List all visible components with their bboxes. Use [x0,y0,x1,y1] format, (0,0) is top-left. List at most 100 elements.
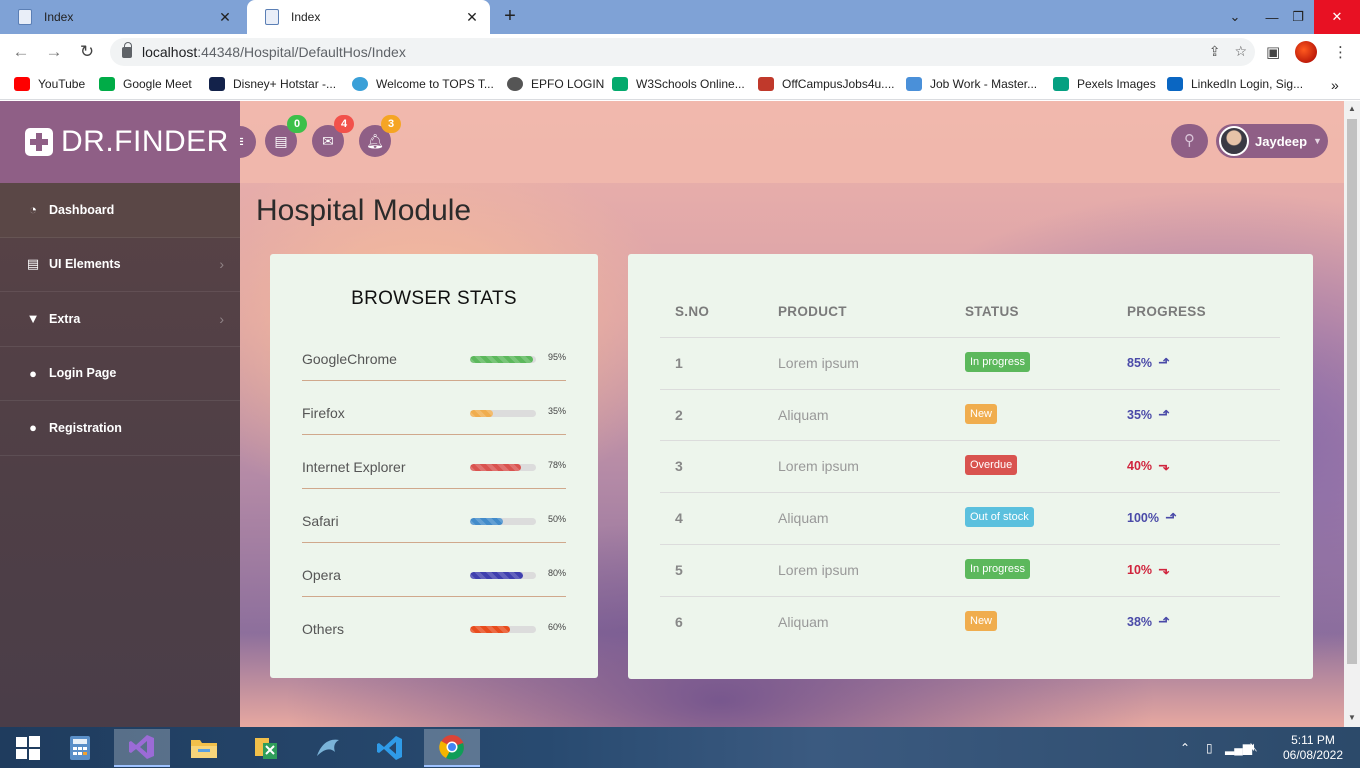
visual-studio-app[interactable] [114,729,170,767]
sidebar-item-dashboard[interactable]: ◔ Dashboard [0,183,240,238]
new-tab-button[interactable]: + [498,5,522,28]
progress-value: 10% ⬎ [1127,561,1170,578]
close-tab-icon[interactable]: ✕ [217,9,233,26]
bookmark-w3schools[interactable]: W3Schools Online... [612,77,745,91]
bookmark-pexels[interactable]: Pexels Images [1053,77,1156,91]
tab-search-icon[interactable]: ⌄ [1219,0,1251,34]
bookmark-label: W3Schools Online... [636,77,745,91]
browser-tab-1[interactable]: Index ✕ [0,0,243,34]
app-launcher[interactable] [238,729,294,767]
user-plus-icon: ● [29,420,37,436]
lock-icon[interactable] [122,41,132,58]
table-row: 4 Aliquam Out of stock 100% ⬏ [660,492,1280,544]
forward-icon[interactable]: → [43,41,65,63]
product-name: Aliquam [778,613,829,630]
vscode-app[interactable] [362,729,418,767]
bookmark-google-meet[interactable]: Google Meet [99,77,192,91]
scroll-up-icon[interactable]: ▲ [1347,104,1357,113]
vscode-icon [377,736,402,760]
progress-bar [470,518,536,525]
more-bookmarks-icon[interactable]: » [1331,77,1339,93]
calculator-app[interactable] [52,729,108,767]
scroll-down-icon[interactable]: ▼ [1347,713,1357,722]
linkedin-icon [1167,77,1183,91]
progress-percent: 85% [1127,356,1153,370]
progress-bar-fill [470,410,494,417]
browser-stat-row: Others 60% [302,621,566,675]
chevron-right-icon: › [219,310,224,327]
bell-icon: 🔔︎ [366,133,384,149]
product-name: Aliquam [778,510,829,527]
tab-title: Index [291,10,321,24]
arrow-up-icon: ⬏ [1164,509,1177,526]
network-icon[interactable]: ▂▄▆ [1225,727,1252,768]
bookmark-epfo[interactable]: EPFO LOGIN [507,77,604,91]
tray-overflow-icon[interactable]: ⌃ [1180,727,1190,768]
side-panel-icon[interactable]: ▣ [1266,43,1280,61]
volume-muted-icon[interactable]: 🔇︎ [1250,727,1258,768]
progress-bar-fill [470,464,522,471]
dashboard-icon: ◔ [29,202,37,218]
percentage-label: 35% [547,406,566,416]
percentage-label: 95% [547,352,566,362]
user-menu[interactable]: Jaydeep ▼ [1216,124,1328,158]
brand-logo[interactable]: DR.FINDER [0,101,240,183]
product-name: Lorem ipsum [778,458,859,475]
address-bar[interactable]: localhost:44348/Hospital/DefaultHos/Inde… [110,38,1255,66]
sidebar-item-extra[interactable]: ▼ Extra › [0,292,240,347]
chrome-app[interactable] [424,729,480,767]
bookmark-label: Google Meet [123,77,192,91]
page-scrollbar[interactable]: ▲ ▼ [1344,101,1360,727]
offcampus-icon [758,77,774,91]
bell-notification-button[interactable]: 🔔︎ 3 [359,115,401,157]
progress-value: 38% ⬏ [1127,613,1170,630]
back-icon[interactable]: ← [10,41,32,63]
search-button[interactable]: ⚲ [1171,124,1208,158]
start-button[interactable] [0,729,56,767]
reload-icon[interactable]: ↻ [76,41,98,63]
sidebar-item-ui-elements[interactable]: ▤ UI Elements › [0,238,240,292]
browser-tab-2[interactable]: Index ✕ [247,0,490,34]
app-icon [255,738,277,759]
bookmark-job-work[interactable]: Job Work - Master... [906,77,1037,91]
file-explorer-app[interactable] [176,729,232,767]
restore-button[interactable]: ❐ [1282,0,1314,34]
arrow-up-icon: ⬏ [1158,612,1170,629]
windows-taskbar: ⌃ ▯ ▂▄▆ 🔇︎ 5:11 PM 06/08/2022 [0,727,1360,768]
share-icon[interactable]: ⇪ [1209,43,1221,60]
browser-tab-strip: Index ✕ Index ✕ + ⌄ — ❐ ✕ [0,0,1360,34]
sidebar-item-label: Extra [49,311,81,326]
more-menu-icon[interactable]: ⋮ [1333,43,1348,61]
close-tab-icon[interactable]: ✕ [464,9,480,26]
close-window-button[interactable]: ✕ [1314,0,1360,34]
list-notification-button[interactable]: ▤ 0 [265,115,307,157]
scroll-thumb[interactable] [1347,119,1357,664]
bookmark-tops[interactable]: Welcome to TOPS T... [352,77,494,91]
column-header: PROGRESS [1127,304,1206,319]
sidebar-item-login-page[interactable]: ● Login Page [0,347,240,401]
serial-number: 1 [675,355,683,371]
masters-icon [906,77,922,91]
profile-avatar[interactable] [1295,41,1317,63]
brand-name: DR.FINDER [61,125,229,158]
system-clock[interactable]: 5:11 PM 06/08/2022 [1278,733,1348,763]
mysql-workbench-app[interactable] [300,729,356,767]
bookmark-linkedin[interactable]: LinkedIn Login, Sig... [1167,77,1303,91]
bookmark-star-icon[interactable]: ☆ [1234,43,1247,60]
progress-bar [470,356,536,363]
serial-number: 3 [675,458,683,475]
bookmark-label: Pexels Images [1077,77,1156,91]
serial-number: 5 [675,561,683,578]
browser-name: Safari [302,513,339,529]
status-badge: Overdue [965,455,1018,476]
bookmark-offcampus[interactable]: OffCampusJobs4u.... [758,77,895,91]
battery-icon[interactable]: ▯ [1206,727,1213,768]
list-icon: ▤ [274,133,288,149]
sidebar-item-registration[interactable]: ● Registration [0,401,240,456]
bookmark-hotstar[interactable]: Disney+ Hotstar -... [209,77,336,91]
browser-stat-row: Opera 80% [302,567,566,621]
browser-toolbar: ← → ↻ localhost:44348/Hospital/DefaultHo… [0,34,1360,70]
mail-notification-button[interactable]: ✉ 4 [312,115,354,157]
bookmark-youtube[interactable]: YouTube [14,77,85,91]
bookmarks-bar: YouTube Google Meet Disney+ Hotstar -...… [0,70,1360,100]
